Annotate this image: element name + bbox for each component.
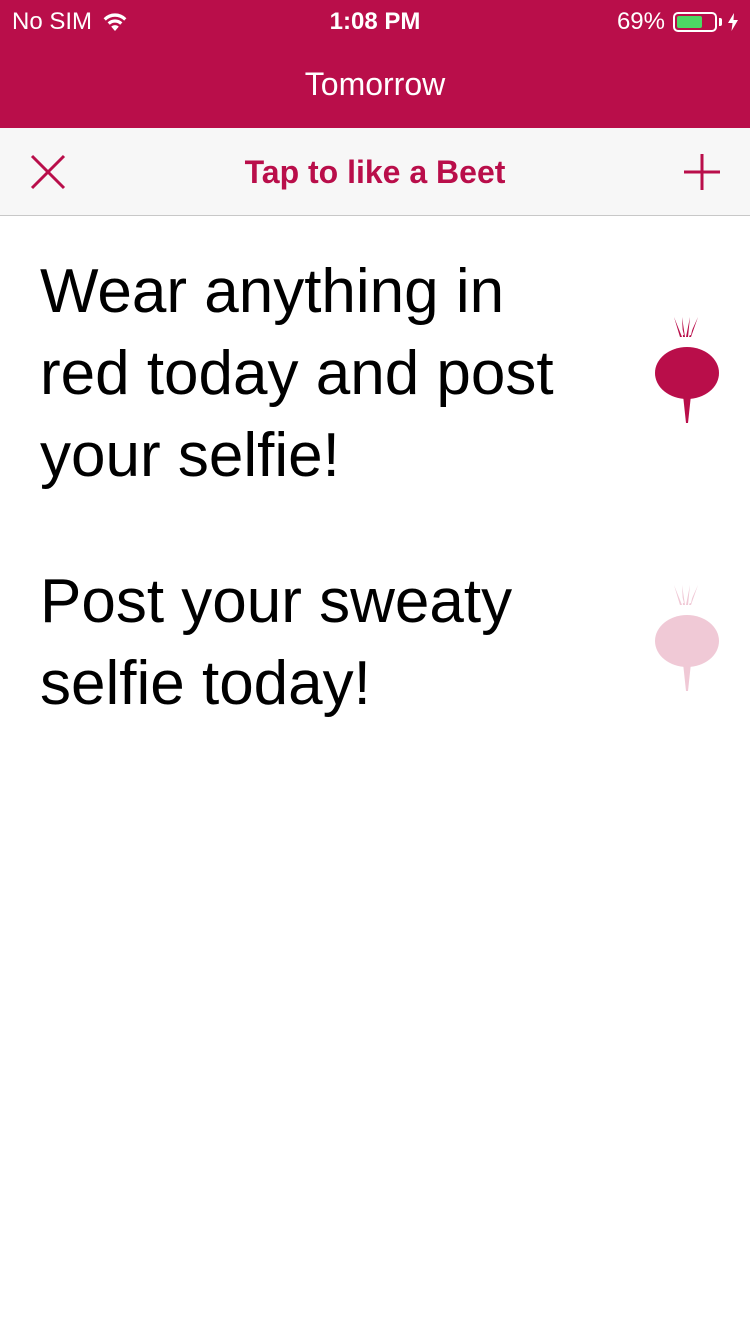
battery-percent: 69% [616,8,665,35]
like-a-beet-label[interactable]: Tap to like a Beet [245,154,506,190]
page-title: Tomorrow [304,66,446,102]
toolbar: Tap to like a Beet [0,128,750,216]
list-item[interactable]: Post your sweaty selfie today! [0,527,750,767]
challenge-text: Wear anything in red today and post your… [40,257,554,490]
challenge-list: Wear anything in red today and post your… [0,217,750,767]
list-item[interactable]: Wear anything in red today and post your… [0,217,750,527]
battery-fill [677,16,702,28]
plus-icon [684,154,720,190]
app-header: No SIM 1:08 PM 69% Tomorrow [0,0,750,128]
status-bar: No SIM 1:08 PM 69% [0,0,750,44]
close-icon [30,154,66,190]
charging-bolt-icon [728,13,738,31]
battery-tip [719,18,722,26]
beet-icon[interactable] [652,315,722,427]
close-button[interactable] [22,146,74,198]
battery-indicator: 69% [617,8,738,36]
toolbar-title: Tap to like a Beet [0,152,750,192]
battery-icon [673,12,717,32]
challenge-text: Post your sweaty selfie today! [40,567,513,718]
add-button[interactable] [676,146,728,198]
beet-icon[interactable] [652,583,722,695]
